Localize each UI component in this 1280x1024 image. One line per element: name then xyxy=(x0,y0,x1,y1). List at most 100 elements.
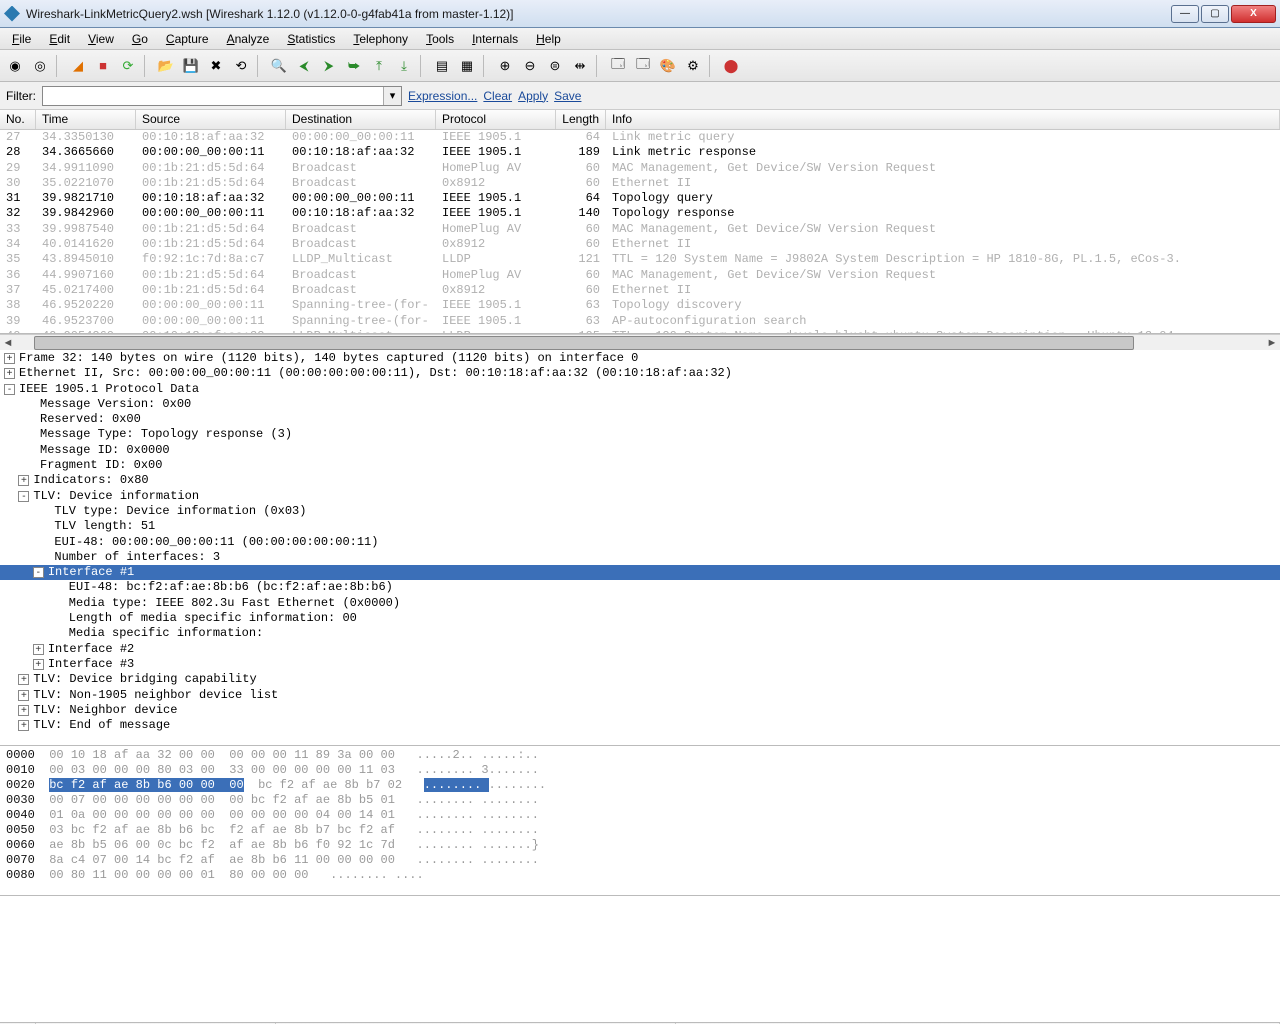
menu-edit[interactable]: Edit xyxy=(41,30,78,48)
tree-row[interactable]: +TLV: Neighbor device xyxy=(0,703,1280,718)
packet-bytes-pane[interactable]: 0000 00 10 18 af aa 32 00 00 00 00 00 11… xyxy=(0,746,1280,896)
col-dst[interactable]: Destination xyxy=(286,110,436,129)
tree-row[interactable]: EUI-48: bc:f2:af:ae:8b:b6 (bc:f2:af:ae:8… xyxy=(0,580,1280,595)
packet-list-header[interactable]: No. Time Source Destination Protocol Len… xyxy=(0,110,1280,130)
tree-row[interactable]: Media specific information: xyxy=(0,626,1280,641)
collapse-icon[interactable]: - xyxy=(4,384,15,395)
menu-analyze[interactable]: Analyze xyxy=(219,30,278,48)
col-src[interactable]: Source xyxy=(136,110,286,129)
auto-scroll-icon[interactable]: ▦ xyxy=(456,55,478,77)
tree-row[interactable]: +Interface #2 xyxy=(0,642,1280,657)
packet-row[interactable]: 3440.014162000:1b:21:d5:5d:64Broadcast0x… xyxy=(0,237,1280,252)
tree-row[interactable]: -Interface #1 xyxy=(0,565,1280,580)
hex-row[interactable]: 0080 00 80 11 00 00 00 00 01 80 00 00 00… xyxy=(6,868,1274,883)
menu-internals[interactable]: Internals xyxy=(464,30,526,48)
packet-row[interactable]: 4049.905426000:10:18:af:aa:32LLDP_Multic… xyxy=(0,329,1280,334)
menu-tools[interactable]: Tools xyxy=(418,30,462,48)
zoom-in-icon[interactable]: ⊕ xyxy=(494,55,516,77)
packet-row[interactable]: 3543.8945010f0:92:1c:7d:8a:c7LLDP_Multic… xyxy=(0,252,1280,267)
menu-view[interactable]: View xyxy=(80,30,122,48)
go-last-icon[interactable]: ⤓ xyxy=(393,55,415,77)
filter-clear-link[interactable]: Clear xyxy=(483,89,512,103)
packet-row[interactable]: 3139.982171000:10:18:af:aa:3200:00:00_00… xyxy=(0,191,1280,206)
scroll-thumb[interactable] xyxy=(34,336,1134,350)
hex-row[interactable]: 0040 01 0a 00 00 00 00 00 00 00 00 00 00… xyxy=(6,808,1274,823)
zoom-reset-icon[interactable]: ⊜ xyxy=(544,55,566,77)
minimize-button[interactable]: — xyxy=(1171,5,1199,23)
packet-row[interactable]: 2934.991109000:1b:21:d5:5d:64BroadcastHo… xyxy=(0,161,1280,176)
tree-row[interactable]: +TLV: Non-1905 neighbor device list xyxy=(0,688,1280,703)
col-no[interactable]: No. xyxy=(0,110,36,129)
packet-row[interactable]: 3644.990716000:1b:21:d5:5d:64BroadcastHo… xyxy=(0,268,1280,283)
tree-row[interactable]: +TLV: End of message xyxy=(0,718,1280,733)
close-button[interactable]: X xyxy=(1231,5,1276,23)
menu-capture[interactable]: Capture xyxy=(158,30,217,48)
col-proto[interactable]: Protocol xyxy=(436,110,556,129)
tree-row[interactable]: +Ethernet II, Src: 00:00:00_00:00:11 (00… xyxy=(0,366,1280,381)
menu-statistics[interactable]: Statistics xyxy=(279,30,343,48)
capture-stop-icon[interactable]: ■ xyxy=(92,55,114,77)
expand-icon[interactable]: + xyxy=(18,705,29,716)
tree-row[interactable]: Number of interfaces: 3 xyxy=(0,550,1280,565)
menu-help[interactable]: Help xyxy=(528,30,569,48)
menu-telephony[interactable]: Telephony xyxy=(345,30,416,48)
filter-apply-link[interactable]: Apply xyxy=(518,89,548,103)
packet-details-pane[interactable]: +Frame 32: 140 bytes on wire (1120 bits)… xyxy=(0,350,1280,746)
collapse-icon[interactable]: - xyxy=(18,491,29,502)
packet-row[interactable]: 3035.022107000:1b:21:d5:5d:64Broadcast0x… xyxy=(0,176,1280,191)
capture-options-icon[interactable]: ◎ xyxy=(29,55,51,77)
packet-row[interactable]: 3846.952022000:00:00_00:00:11Spanning-tr… xyxy=(0,298,1280,313)
scroll-left-icon[interactable]: ◄ xyxy=(0,337,16,349)
filter-expression-link[interactable]: Expression... xyxy=(408,89,477,103)
hex-row[interactable]: 0030 00 07 00 00 00 00 00 00 00 bc f2 af… xyxy=(6,793,1274,808)
tree-row[interactable]: EUI-48: 00:00:00_00:00:11 (00:00:00:00:0… xyxy=(0,535,1280,550)
hex-row[interactable]: 0070 8a c4 07 00 14 bc f2 af ae 8b b6 11… xyxy=(6,853,1274,868)
expand-icon[interactable]: + xyxy=(18,475,29,486)
horizontal-scrollbar[interactable]: ◄ ► xyxy=(0,334,1280,350)
tree-row[interactable]: Message Version: 0x00 xyxy=(0,397,1280,412)
go-first-icon[interactable]: ⤒ xyxy=(368,55,390,77)
hex-row[interactable]: 0000 00 10 18 af aa 32 00 00 00 00 00 11… xyxy=(6,748,1274,763)
zoom-out-icon[interactable]: ⊖ xyxy=(519,55,541,77)
go-to-packet-icon[interactable]: ⮩ xyxy=(343,55,365,77)
help-icon[interactable]: ⬤ xyxy=(720,55,742,77)
expand-icon[interactable]: + xyxy=(18,674,29,685)
tree-row[interactable]: +Interface #3 xyxy=(0,657,1280,672)
tree-row[interactable]: -TLV: Device information xyxy=(0,489,1280,504)
tree-row[interactable]: +TLV: Device bridging capability xyxy=(0,672,1280,687)
expand-icon[interactable]: + xyxy=(4,353,15,364)
tree-row[interactable]: TLV length: 51 xyxy=(0,519,1280,534)
packet-row[interactable]: 2734.335013000:10:18:af:aa:3200:00:00_00… xyxy=(0,130,1280,145)
tree-row[interactable]: Fragment ID: 0x00 xyxy=(0,458,1280,473)
filter-combo[interactable]: ▾ xyxy=(42,86,402,106)
tree-row[interactable]: Length of media specific information: 00 xyxy=(0,611,1280,626)
find-icon[interactable]: 🔍 xyxy=(268,55,290,77)
go-forward-icon[interactable]: ⮞ xyxy=(318,55,340,77)
tree-row[interactable]: Message Type: Topology response (3) xyxy=(0,427,1280,442)
collapse-icon[interactable]: - xyxy=(33,567,44,578)
capture-filters-icon[interactable]: 🗔 xyxy=(607,55,629,77)
preferences-icon[interactable]: ⚙ xyxy=(682,55,704,77)
tree-row[interactable]: TLV type: Device information (0x03) xyxy=(0,504,1280,519)
expand-icon[interactable]: + xyxy=(33,659,44,670)
packet-row[interactable]: 3239.984296000:00:00_00:00:1100:10:18:af… xyxy=(0,206,1280,221)
col-len[interactable]: Length xyxy=(556,110,606,129)
filter-input[interactable] xyxy=(43,87,383,105)
tree-row[interactable]: Media type: IEEE 802.3u Fast Ethernet (0… xyxy=(0,596,1280,611)
expand-icon[interactable]: + xyxy=(18,720,29,731)
menu-go[interactable]: Go xyxy=(124,30,156,48)
tree-row[interactable]: +Indicators: 0x80 xyxy=(0,473,1280,488)
tree-row[interactable]: Reserved: 0x00 xyxy=(0,412,1280,427)
save-file-icon[interactable]: 💾 xyxy=(180,55,202,77)
capture-restart-icon[interactable]: ⟳ xyxy=(117,55,139,77)
packet-row[interactable]: 3745.021740000:1b:21:d5:5d:64Broadcast0x… xyxy=(0,283,1280,298)
reload-icon[interactable]: ⟲ xyxy=(230,55,252,77)
tree-row[interactable]: -IEEE 1905.1 Protocol Data xyxy=(0,382,1280,397)
packet-row[interactable]: 3946.952370000:00:00_00:00:11Spanning-tr… xyxy=(0,314,1280,329)
capture-interfaces-icon[interactable]: ◉ xyxy=(4,55,26,77)
col-time[interactable]: Time xyxy=(36,110,136,129)
capture-start-icon[interactable]: ◢ xyxy=(67,55,89,77)
menu-file[interactable]: File xyxy=(4,30,39,48)
colorize-icon[interactable]: ▤ xyxy=(431,55,453,77)
hex-row[interactable]: 0060 ae 8b b5 06 00 0c bc f2 af ae 8b b6… xyxy=(6,838,1274,853)
